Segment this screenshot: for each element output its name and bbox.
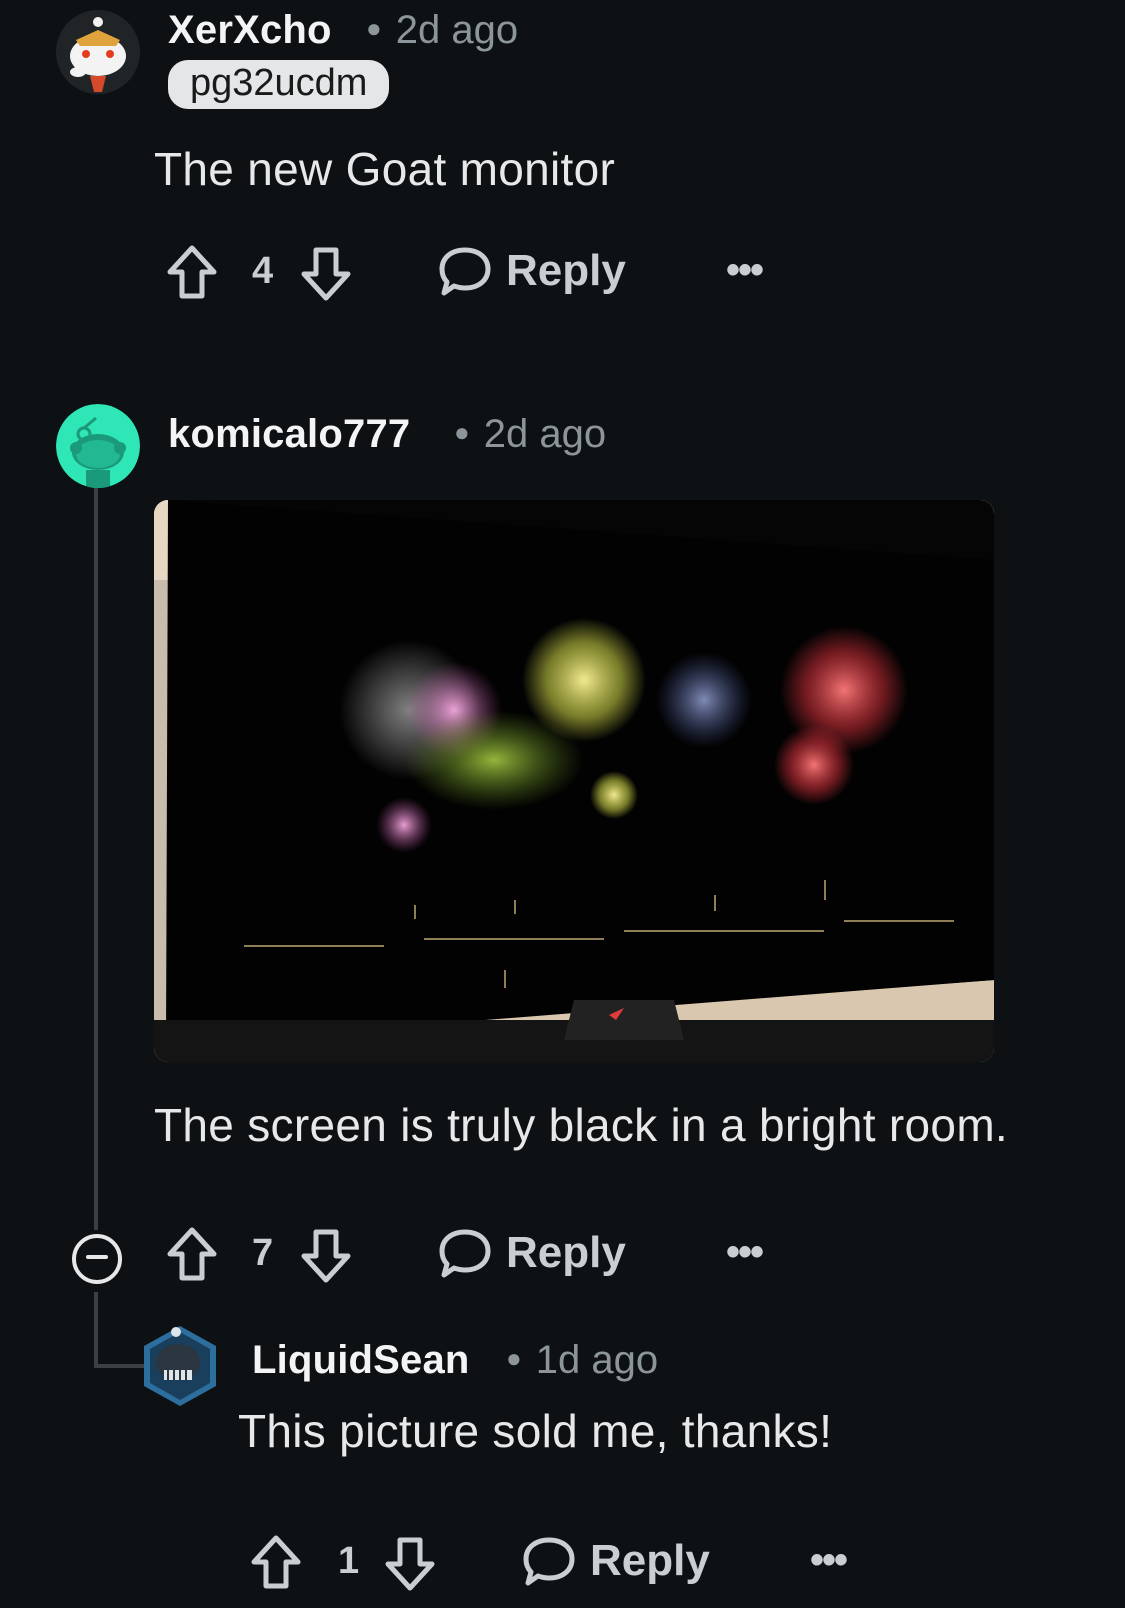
comment-thread: XerXcho ● 2d ago pg32ucdm The new Goat mo… — [0, 0, 1125, 1608]
more-options-icon[interactable]: ••• — [726, 248, 764, 293]
snoo-avatar-icon — [56, 404, 140, 488]
downvote-icon — [385, 1537, 435, 1591]
more-options-icon[interactable]: ••• — [726, 1230, 764, 1275]
comment-timestamp: ● 1d ago — [506, 1338, 659, 1382]
comment-body: This picture sold me, thanks! — [238, 1405, 833, 1457]
snoo-avatar-icon — [56, 10, 140, 94]
reply-bubble-icon — [523, 1537, 575, 1586]
upvote-icon — [251, 1535, 301, 1589]
upvote-button[interactable] — [166, 244, 218, 300]
comment-author[interactable]: komicalo777 — [168, 412, 410, 457]
thread-line[interactable] — [94, 470, 98, 1230]
reply-bubble-icon — [439, 1229, 491, 1278]
downvote-icon — [301, 1229, 351, 1283]
vote-count: 4 — [252, 250, 274, 292]
monitor-fireworks-photo — [154, 500, 994, 1062]
reply-connector-line — [94, 1364, 146, 1368]
vote-count: 7 — [252, 1232, 274, 1274]
reply-label: Reply — [506, 1228, 626, 1277]
upvote-icon — [167, 245, 217, 299]
comment-actions: 1 Reply ••• — [250, 1530, 870, 1600]
reply-button[interactable]: Reply — [522, 1534, 710, 1588]
avatar-komicalo777[interactable] — [56, 404, 140, 488]
downvote-button[interactable] — [384, 1536, 436, 1592]
upvote-icon — [167, 1227, 217, 1281]
upvote-button[interactable] — [166, 1226, 218, 1282]
reply-label: Reply — [590, 1536, 710, 1585]
comment-actions: 7 Reply ••• — [166, 1222, 786, 1292]
reply-label: Reply — [506, 246, 626, 295]
downvote-button[interactable] — [300, 246, 352, 302]
comment-actions: 4 Reply ••• — [166, 240, 786, 310]
reply-bubble-icon — [439, 247, 491, 296]
avatar-xerxcho[interactable] — [56, 10, 140, 94]
comment-author[interactable]: LiquidSean — [252, 1338, 470, 1383]
reply-button[interactable]: Reply — [438, 244, 626, 298]
reply-button[interactable]: Reply — [438, 1226, 626, 1280]
reply-connector-line — [94, 1292, 98, 1368]
collapse-thread-icon[interactable] — [72, 1234, 122, 1284]
vote-count: 1 — [338, 1540, 360, 1582]
comment-timestamp: ● 2d ago — [454, 412, 607, 456]
downvote-icon — [301, 247, 351, 301]
avatar-liquidsean[interactable] — [140, 1322, 220, 1410]
hex-avatar-icon — [144, 1326, 216, 1406]
upvote-button[interactable] — [250, 1534, 302, 1590]
comment-body: The screen is truly black in a bright ro… — [154, 1099, 1009, 1151]
comment-body: The new Goat monitor — [154, 143, 616, 195]
comment-timestamp: ● 2d ago — [366, 8, 519, 52]
user-flair: pg32ucdm — [168, 60, 390, 109]
downvote-button[interactable] — [300, 1228, 352, 1284]
more-options-icon[interactable]: ••• — [810, 1538, 848, 1583]
comment-image[interactable] — [154, 500, 994, 1062]
comment-author[interactable]: XerXcho — [168, 8, 332, 53]
